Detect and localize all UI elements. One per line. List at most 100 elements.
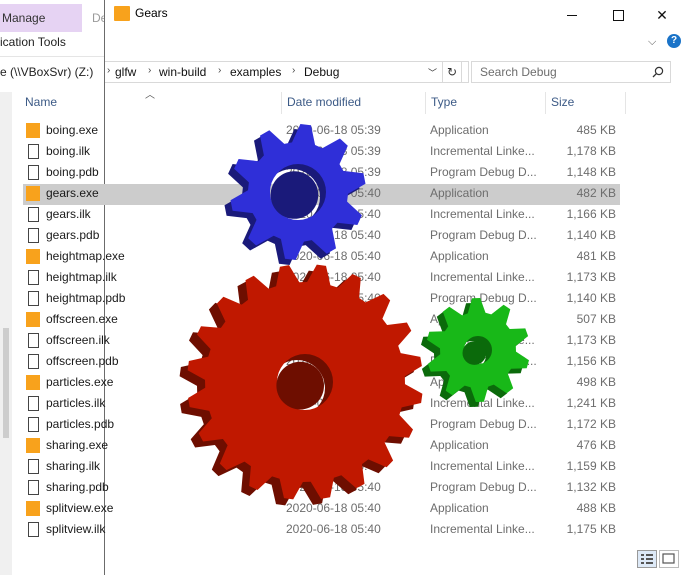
file-size: 1,175 KB [566, 522, 616, 536]
file-date: 2020-06-18 05:40 [286, 312, 381, 326]
file-size: 498 KB [576, 375, 616, 389]
column-header-type[interactable]: Type [431, 95, 457, 109]
file-date: 2020-06-18 05:40 [286, 228, 381, 242]
column-header-date[interactable]: Date modified [287, 95, 361, 109]
chevron-right-icon: › [107, 65, 111, 76]
address-bar[interactable]: › glfw › win-build › examples › Debug ﹀ [105, 61, 469, 83]
file-type: Application [430, 312, 489, 326]
breadcrumb-examples[interactable]: examples [230, 65, 281, 79]
ribbon-tab-manage[interactable]: Manage [0, 4, 82, 32]
file-name: gears.exe [46, 186, 99, 200]
details-view-button[interactable] [637, 550, 657, 568]
column-header-name[interactable]: Name [25, 95, 57, 109]
file-row[interactable]: gears.ilk 2020-06-18 05:40 Incremental Lin… [24, 204, 620, 225]
file-date: 2020-06-18 05:40 [286, 270, 381, 284]
document-icon [28, 144, 39, 159]
file-type: Application [430, 501, 489, 515]
file-row[interactable]: sharing.pdb 2020-06-18 05:40 Program Debug… [24, 477, 620, 498]
application-icon [26, 123, 40, 138]
file-row[interactable]: particles.ilk 2020-06-18 05:40 Incremental… [24, 393, 620, 414]
file-row[interactable]: offscreen.ilk 2020-06-18 05:40 Incremental… [24, 330, 620, 351]
background-address-path[interactable]: e (\\VBoxSvr) (Z:) [0, 61, 110, 83]
file-row[interactable]: heightmap.exe 2020-06-18 05:40 Application… [24, 246, 620, 267]
document-icon [28, 522, 39, 537]
file-type: Incremental Linke... [430, 522, 535, 536]
file-row[interactable]: splitview.ilk 2020-06-18 05:40 Incremental… [24, 519, 620, 540]
navigation-pane-scrollbar[interactable] [0, 92, 12, 575]
refresh-button[interactable]: ↻ [442, 61, 462, 83]
chevron-right-icon[interactable]: › [292, 65, 295, 76]
maximize-button[interactable] [595, 0, 641, 30]
file-row[interactable]: particles.exe 2020-06-18 05:40 Application… [24, 372, 620, 393]
breadcrumb-win-build[interactable]: win-build [159, 65, 206, 79]
file-name: sharing.pdb [46, 480, 109, 494]
file-size: 1,132 KB [566, 480, 616, 494]
large-icons-view-button[interactable] [659, 550, 679, 568]
file-date: 2020-06-18 05:40 [286, 417, 381, 431]
file-type: Program Debug D... [430, 480, 537, 494]
column-separator[interactable] [545, 92, 546, 114]
file-size: 1,140 KB [566, 291, 616, 305]
file-row[interactable]: offscreen.pdb 2020-06-18 05:40 Program Deb… [24, 351, 620, 372]
sort-ascending-icon: ︿ [145, 90, 155, 101]
address-dropdown-icon[interactable]: ﹀ [428, 66, 437, 79]
file-type: Program Debug D... [430, 417, 537, 431]
file-name: boing.exe [46, 123, 99, 137]
file-row[interactable]: boing.exe 2020-06-18 05:39 Application 485 … [24, 120, 620, 141]
document-icon [28, 270, 39, 285]
application-icon [26, 186, 40, 201]
file-row[interactable]: heightmap.pdb 2020-06-18 05:40 Program Deb… [24, 288, 620, 309]
file-row[interactable]: gears.exe 2020-06-18 05:40 Application 482 … [24, 183, 620, 204]
file-name: offscreen.ilk [46, 333, 110, 347]
pdb-file-icon [28, 480, 39, 495]
file-row[interactable]: boing.ilk 2020-06-18 05:39 Incremental Lin… [24, 141, 620, 162]
file-row[interactable]: heightmap.ilk 2020-06-18 05:40 Incremental… [24, 267, 620, 288]
column-separator[interactable] [625, 92, 626, 114]
file-name: heightmap.ilk [46, 270, 117, 284]
file-row[interactable]: offscreen.exe 2020-06-18 05:40 Application… [24, 309, 620, 330]
file-row[interactable]: gears.pdb 2020-06-18 05:40 Program Debug D… [24, 225, 620, 246]
search-box[interactable]: Search Debug [471, 61, 671, 83]
search-input[interactable]: Search Debug [480, 65, 557, 79]
ribbon-row: ⌵ ? [105, 30, 684, 56]
file-size: 1,178 KB [566, 144, 616, 158]
document-icon [28, 396, 39, 411]
column-separator[interactable] [281, 92, 282, 114]
file-row[interactable]: sharing.ilk 2020-06-18 05:40 Incremental L… [24, 456, 620, 477]
file-size: 507 KB [576, 312, 616, 326]
document-icon [28, 207, 39, 222]
file-date: 2020-06-18 05:40 [286, 375, 381, 389]
folder-icon [114, 6, 130, 21]
file-row[interactable]: boing.pdb 2020-06-18 05:39 Program Debug D… [24, 162, 620, 183]
file-row[interactable]: splitview.exe 2020-06-18 05:40 Application… [24, 498, 620, 519]
file-name: particles.ilk [46, 396, 106, 410]
file-name: splitview.exe [46, 501, 114, 515]
file-date: 2020-06-18 05:40 [286, 459, 381, 473]
refresh-icon: ↻ [446, 65, 458, 79]
chevron-right-icon[interactable]: › [218, 65, 221, 76]
file-type: Application [430, 123, 489, 137]
breadcrumb-debug[interactable]: Debug [304, 65, 339, 79]
file-name: gears.pdb [46, 228, 100, 242]
title-bar[interactable]: Gears ✕ [105, 0, 684, 30]
file-date: 2020-06-18 05:40 [286, 249, 381, 263]
file-date: 2020-06-18 05:40 [286, 396, 381, 410]
file-date: 2020-06-18 05:40 [286, 186, 381, 200]
breadcrumb-glfw[interactable]: glfw [115, 65, 136, 79]
file-type: Program Debug D... [430, 354, 537, 368]
file-size: 482 KB [576, 186, 616, 200]
file-name: heightmap.pdb [46, 291, 126, 305]
minimize-button[interactable] [549, 0, 595, 30]
file-row[interactable]: particles.pdb 2020-06-18 05:40 Program Deb… [24, 414, 620, 435]
scrollbar-thumb[interactable] [3, 328, 9, 438]
chevron-right-icon[interactable]: › [148, 65, 151, 76]
file-date: 2020-06-18 05:39 [286, 144, 381, 158]
column-separator[interactable] [425, 92, 426, 114]
close-button[interactable]: ✕ [639, 0, 684, 30]
file-name: boing.ilk [46, 144, 91, 158]
help-button[interactable]: ? [667, 34, 681, 48]
expand-ribbon-icon[interactable]: ⌵ [648, 36, 656, 49]
column-header-size[interactable]: Size [551, 95, 574, 109]
file-row[interactable]: sharing.exe 2020-06-18 05:40 Application 47… [24, 435, 620, 456]
file-date: 2020-06-18 05:40 [286, 522, 381, 536]
